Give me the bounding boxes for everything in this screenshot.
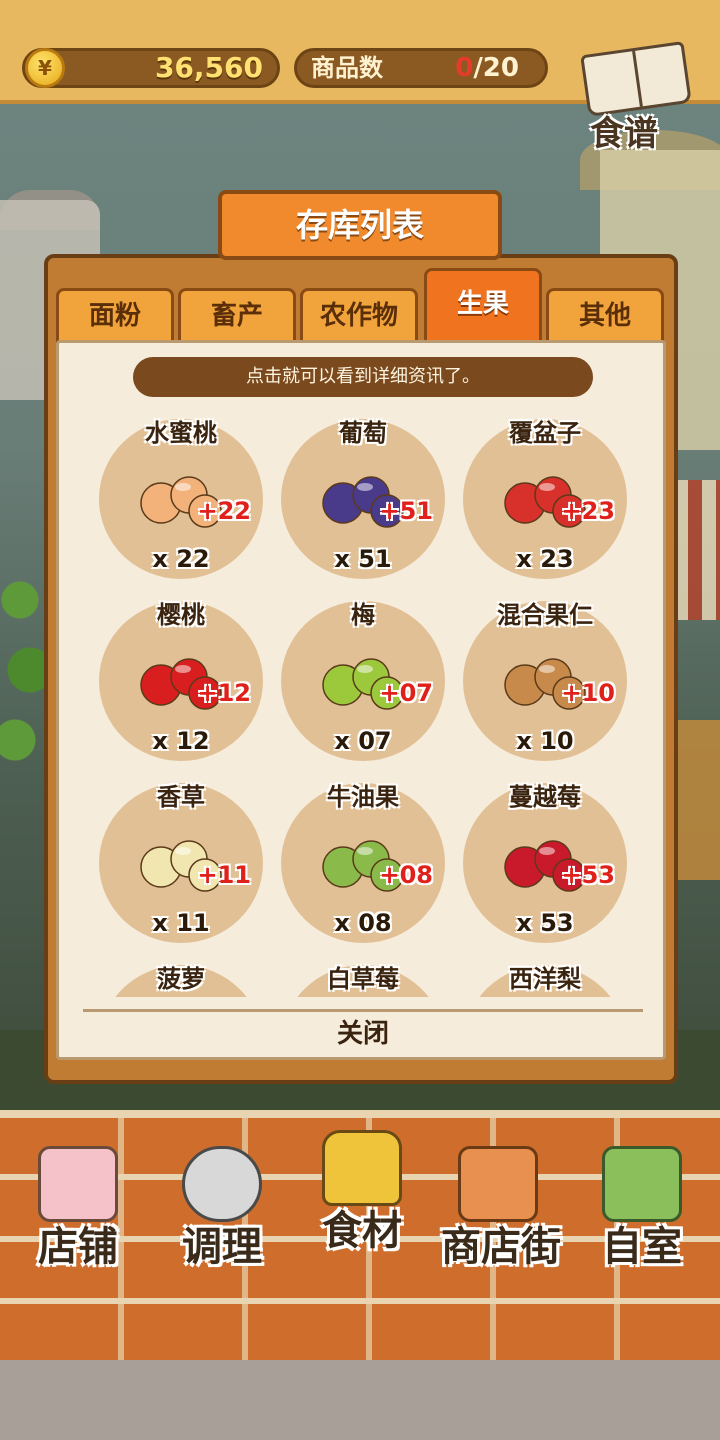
item-gain: +07	[379, 679, 433, 707]
item-name: 菠萝	[157, 965, 205, 993]
item-name: 混合果仁	[497, 601, 593, 629]
inventory-item[interactable]: 覆盆子 +23 x 23	[463, 407, 627, 583]
goods-current: 0	[455, 53, 474, 83]
inventory-item[interactable]: 蔓越莓 +53 x 53	[463, 771, 627, 947]
inventory-item[interactable]: 菠萝	[99, 953, 263, 997]
goods-count: 0/20	[455, 51, 519, 85]
item-name: 蔓越莓	[509, 783, 581, 811]
goods-count-display: 商品数 0/20	[294, 48, 548, 88]
staff-only-door-icon	[602, 1146, 682, 1222]
inventory-item[interactable]: 白草莓	[281, 953, 445, 997]
item-quantity: x 07	[334, 727, 392, 755]
item-gain: +08	[379, 861, 433, 889]
inventory-item[interactable]: 葡萄 +51 x 51	[281, 407, 445, 583]
recipe-label: 食谱	[590, 114, 658, 154]
item-quantity: x 12	[152, 727, 210, 755]
hint-banner: 点击就可以看到详细资讯了。	[133, 357, 593, 397]
item-name: 覆盆子	[509, 419, 581, 447]
inventory-item[interactable]: 水蜜桃 +22 x 22	[99, 407, 263, 583]
goods-label: 商品数	[311, 54, 383, 82]
item-gain: +10	[561, 679, 615, 707]
item-quantity: x 11	[152, 909, 210, 937]
road	[0, 1360, 720, 1440]
nav-shopping-street-label: 商店街	[441, 1224, 561, 1270]
cooking-bowl-icon	[182, 1146, 262, 1222]
street-shop-icon	[458, 1146, 538, 1222]
item-quantity: x 53	[516, 909, 574, 937]
item-name: 香草	[157, 783, 205, 811]
money-display: ¥ 36,560	[22, 48, 280, 88]
close-button[interactable]: 关闭	[313, 1014, 413, 1054]
inventory-item[interactable]: 樱桃 +12 x 12	[99, 589, 263, 765]
nav-ingredients-label: 食材	[322, 1208, 402, 1254]
nav-ingredients[interactable]: 食材	[292, 1120, 432, 1270]
tab-flour[interactable]: 面粉	[56, 288, 174, 344]
inventory-item[interactable]: 混合果仁 +10 x 10	[463, 589, 627, 765]
tab-fruit[interactable]: 生果	[424, 268, 542, 344]
nav-cooking-label: 调理	[182, 1224, 262, 1270]
item-gain: +53	[561, 861, 615, 889]
dialog-title: 存库列表	[218, 190, 502, 260]
recipe-button[interactable]: 食谱	[576, 41, 696, 154]
inventory-item[interactable]: 香草 +11 x 11	[99, 771, 263, 947]
top-bar: ¥ 36,560 商品数 0/20 食谱	[0, 0, 720, 154]
item-name: 梅	[351, 601, 375, 629]
nav-shop-label: 店铺	[38, 1224, 118, 1270]
scroll-bottom: 关闭	[83, 1009, 643, 1053]
item-name: 水蜜桃	[145, 419, 217, 447]
item-name: 白草莓	[327, 965, 399, 993]
nav-shop[interactable]: 店铺	[8, 1136, 148, 1286]
item-quantity: x 22	[152, 545, 210, 573]
inventory-item[interactable]: 梅 +07 x 07	[281, 589, 445, 765]
item-gain: +51	[379, 497, 433, 525]
coin-icon: ¥	[25, 48, 65, 88]
tab-other[interactable]: 其他	[546, 288, 664, 344]
item-name: 樱桃	[157, 601, 205, 629]
item-name: 葡萄	[339, 419, 387, 447]
tab-livestock[interactable]: 畜产	[178, 288, 296, 344]
nav-shopping-street[interactable]: 商店街	[428, 1136, 574, 1286]
item-grid: 水蜜桃 +22 x 22 葡萄 +51 x 51 覆盆子 +23 x 23 樱桃 +12 x 12 梅 +…	[59, 407, 663, 997]
item-quantity: x 51	[334, 545, 392, 573]
inventory-item[interactable]: 牛油果 +08 x 08	[281, 771, 445, 947]
nav-my-room-label: 自室	[602, 1224, 682, 1270]
item-gain: +12	[197, 679, 251, 707]
nav-my-room[interactable]: 自室	[572, 1136, 712, 1286]
bottom-nav: 店铺 调理 食材 商店街 自室	[0, 1110, 720, 1366]
item-quantity: x 10	[516, 727, 574, 755]
item-gain: +22	[197, 497, 251, 525]
item-name: 牛油果	[327, 783, 399, 811]
inventory-item[interactable]: 西洋梨	[463, 953, 627, 997]
inventory-panel: 点击就可以看到详细资讯了。 水蜜桃 +22 x 22 葡萄 +51 x 51 覆盆子 +23 x…	[56, 340, 666, 1060]
item-name: 西洋梨	[509, 965, 581, 993]
money-value: 36,560	[154, 51, 263, 84]
item-quantity: x 08	[334, 909, 392, 937]
item-quantity: x 23	[516, 545, 574, 573]
item-gain: +23	[561, 497, 615, 525]
ingredient-bag-icon	[322, 1130, 402, 1206]
tab-crops[interactable]: 农作物	[300, 288, 418, 344]
nav-cooking[interactable]: 调理	[152, 1136, 292, 1286]
goods-max: /20	[473, 53, 519, 83]
shop-cake-icon	[38, 1146, 118, 1222]
category-tabs: 面粉 畜产 农作物 生果 其他	[56, 268, 666, 344]
item-gain: +11	[197, 861, 251, 889]
